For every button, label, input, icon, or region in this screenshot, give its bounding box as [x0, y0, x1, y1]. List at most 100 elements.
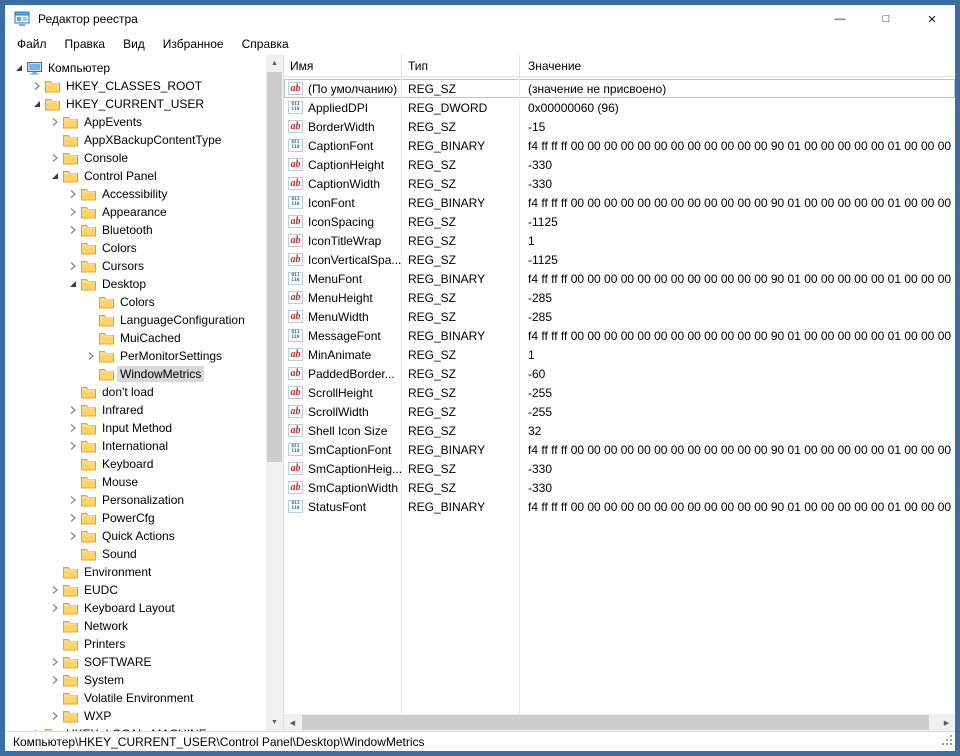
- value-row-menuwidth[interactable]: abMenuWidthREG_SZ-285: [284, 307, 955, 326]
- value-row-iconspacing[interactable]: abIconSpacingREG_SZ-1125: [284, 212, 955, 231]
- tree-item-permonitorsettings[interactable]: PerMonitorSettings: [5, 347, 266, 365]
- expand-chevron-icon[interactable]: [65, 186, 81, 202]
- tree-item-accessibility[interactable]: Accessibility: [5, 185, 266, 203]
- expand-chevron-icon[interactable]: [29, 78, 45, 94]
- tree-item-windowmetrics[interactable]: WindowMetrics: [5, 365, 266, 383]
- tree-item-don-t-load[interactable]: don't load: [5, 383, 266, 401]
- expand-chevron-icon[interactable]: [65, 402, 81, 418]
- tree-item-environment[interactable]: Environment: [5, 563, 266, 581]
- menu-file[interactable]: Файл: [8, 34, 56, 54]
- expand-chevron-icon[interactable]: [65, 222, 81, 238]
- tree-item-international[interactable]: International: [5, 437, 266, 455]
- tree-item-colors[interactable]: Colors: [5, 293, 266, 311]
- tree-item-mouse[interactable]: Mouse: [5, 473, 266, 491]
- menu-edit[interactable]: Правка: [56, 34, 115, 54]
- value-row-captionheight[interactable]: abCaptionHeightREG_SZ-330: [284, 155, 955, 174]
- value-row-smcaptionheig[interactable]: abSmCaptionHeig...REG_SZ-330: [284, 459, 955, 478]
- expand-chevron-icon[interactable]: [47, 708, 63, 724]
- value-row-smcaptionwidth[interactable]: abSmCaptionWidthREG_SZ-330: [284, 478, 955, 497]
- value-row-scrollwidth[interactable]: abScrollWidthREG_SZ-255: [284, 402, 955, 421]
- tree-item-wxp[interactable]: WXP: [5, 707, 266, 725]
- close-button[interactable]: ×: [909, 5, 955, 33]
- value-row-applieddpi[interactable]: 011110AppliedDPIREG_DWORD0x00000060 (96): [284, 98, 955, 117]
- menu-help[interactable]: Справка: [233, 34, 298, 54]
- expand-chevron-icon[interactable]: [47, 672, 63, 688]
- column-header-name[interactable]: Имя: [284, 55, 402, 76]
- expand-chevron-icon[interactable]: [65, 258, 81, 274]
- tree-item-languageconfiguration[interactable]: LanguageConfiguration: [5, 311, 266, 329]
- value-row-captionfont[interactable]: 011110CaptionFontREG_BINARYf4 ff ff ff 0…: [284, 136, 955, 155]
- tree-item-input-method[interactable]: Input Method: [5, 419, 266, 437]
- value-row-item-0[interactable]: ab(По умолчанию)REG_SZ(значение не присв…: [284, 79, 955, 98]
- value-row-smcaptionfont[interactable]: 011110SmCaptionFontREG_BINARYf4 ff ff ff…: [284, 440, 955, 459]
- tree-item-appxbackupcontenttype[interactable]: AppXBackupContentType: [5, 131, 266, 149]
- maximize-button[interactable]: □: [863, 5, 909, 33]
- tree-item-sound[interactable]: Sound: [5, 545, 266, 563]
- tree-item-muicached[interactable]: MuiCached: [5, 329, 266, 347]
- value-row-captionwidth[interactable]: abCaptionWidthREG_SZ-330: [284, 174, 955, 193]
- expand-chevron-icon[interactable]: [47, 582, 63, 598]
- tree-item-colors[interactable]: Colors: [5, 239, 266, 257]
- tree-item-keyboard[interactable]: Keyboard: [5, 455, 266, 473]
- menu-favorites[interactable]: Избранное: [154, 34, 233, 54]
- expand-chevron-icon[interactable]: [65, 204, 81, 220]
- expand-chevron-icon[interactable]: [65, 510, 81, 526]
- menu-view[interactable]: Вид: [114, 34, 154, 54]
- expand-chevron-icon[interactable]: [65, 420, 81, 436]
- value-row-icontitlewrap[interactable]: abIconTitleWrapREG_SZ1: [284, 231, 955, 250]
- tree-item-hkey-classes-root[interactable]: HKEY_CLASSES_ROOT: [5, 77, 266, 95]
- value-row-shell-icon-size[interactable]: abShell Icon SizeREG_SZ32: [284, 421, 955, 440]
- value-row-iconfont[interactable]: 011110IconFontREG_BINARYf4 ff ff ff 00 0…: [284, 193, 955, 212]
- column-header-value[interactable]: Значение: [520, 55, 955, 76]
- resize-grip-icon[interactable]: [941, 734, 953, 749]
- tree-item-bluetooth[interactable]: Bluetooth: [5, 221, 266, 239]
- expand-chevron-icon[interactable]: [65, 528, 81, 544]
- tree-item-keyboard-layout[interactable]: Keyboard Layout: [5, 599, 266, 617]
- scroll-left-arrow-icon[interactable]: ◀: [284, 714, 301, 731]
- value-row-statusfont[interactable]: 011110StatusFontREG_BINARYf4 ff ff ff 00…: [284, 497, 955, 516]
- tree-item-eudc[interactable]: EUDC: [5, 581, 266, 599]
- tree-item-infrared[interactable]: Infrared: [5, 401, 266, 419]
- tree-item-powercfg[interactable]: PowerCfg: [5, 509, 266, 527]
- minimize-button[interactable]: —: [817, 5, 863, 33]
- expand-chevron-icon[interactable]: [47, 150, 63, 166]
- scroll-down-arrow-icon[interactable]: ▼: [266, 714, 283, 731]
- value-row-borderwidth[interactable]: abBorderWidthREG_SZ-15: [284, 117, 955, 136]
- expand-chevron-icon[interactable]: [47, 600, 63, 616]
- tree-item-software[interactable]: SOFTWARE: [5, 653, 266, 671]
- expand-chevron-icon[interactable]: [83, 348, 99, 364]
- expand-chevron-icon[interactable]: [47, 114, 63, 130]
- expand-chevron-icon[interactable]: [47, 654, 63, 670]
- expand-chevron-icon[interactable]: [65, 492, 81, 508]
- list-scrollbar-thumb[interactable]: [302, 715, 929, 730]
- tree-item-desktop[interactable]: Desktop: [5, 275, 266, 293]
- collapse-chevron-icon[interactable]: [47, 168, 63, 184]
- tree-item-system[interactable]: System: [5, 671, 266, 689]
- value-row-messagefont[interactable]: 011110MessageFontREG_BINARYf4 ff ff ff 0…: [284, 326, 955, 345]
- value-row-menuheight[interactable]: abMenuHeightREG_SZ-285: [284, 288, 955, 307]
- list-horizontal-scrollbar[interactable]: ◀ ▶: [284, 714, 955, 731]
- scroll-up-arrow-icon[interactable]: ▲: [266, 55, 283, 72]
- tree-scrollbar-thumb[interactable]: [267, 72, 282, 462]
- column-header-type[interactable]: Тип: [402, 55, 520, 76]
- tree-item-hkey-current-user[interactable]: HKEY_CURRENT_USER: [5, 95, 266, 113]
- value-row-paddedborder[interactable]: abPaddedBorder...REG_SZ-60: [284, 364, 955, 383]
- tree-item-console[interactable]: Console: [5, 149, 266, 167]
- value-row-menufont[interactable]: 011110MenuFontREG_BINARYf4 ff ff ff 00 0…: [284, 269, 955, 288]
- tree-item-appevents[interactable]: AppEvents: [5, 113, 266, 131]
- tree-item-appearance[interactable]: Appearance: [5, 203, 266, 221]
- tree-item-item-0[interactable]: Компьютер: [5, 59, 266, 77]
- tree-item-printers[interactable]: Printers: [5, 635, 266, 653]
- tree-item-control-panel[interactable]: Control Panel: [5, 167, 266, 185]
- scroll-right-arrow-icon[interactable]: ▶: [938, 714, 955, 731]
- collapse-chevron-icon[interactable]: [11, 60, 27, 76]
- tree-item-network[interactable]: Network: [5, 617, 266, 635]
- collapse-chevron-icon[interactable]: [29, 96, 45, 112]
- value-row-scrollheight[interactable]: abScrollHeightREG_SZ-255: [284, 383, 955, 402]
- expand-chevron-icon[interactable]: [65, 438, 81, 454]
- tree-item-quick-actions[interactable]: Quick Actions: [5, 527, 266, 545]
- value-row-iconverticalspa[interactable]: abIconVerticalSpa...REG_SZ-1125: [284, 250, 955, 269]
- tree-item-personalization[interactable]: Personalization: [5, 491, 266, 509]
- tree-item-cursors[interactable]: Cursors: [5, 257, 266, 275]
- value-row-minanimate[interactable]: abMinAnimateREG_SZ1: [284, 345, 955, 364]
